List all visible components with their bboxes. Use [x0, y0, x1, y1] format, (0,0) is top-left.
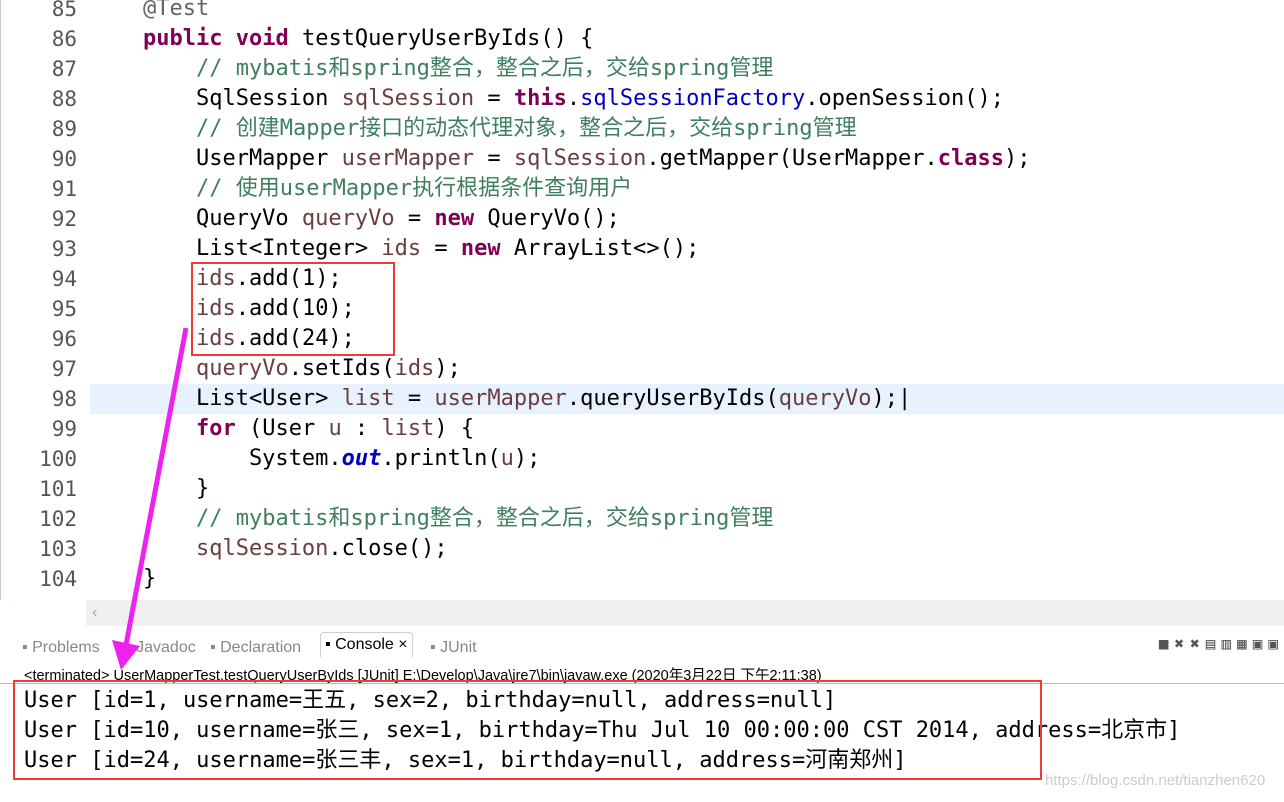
annotation-arrow [112, 327, 189, 670]
